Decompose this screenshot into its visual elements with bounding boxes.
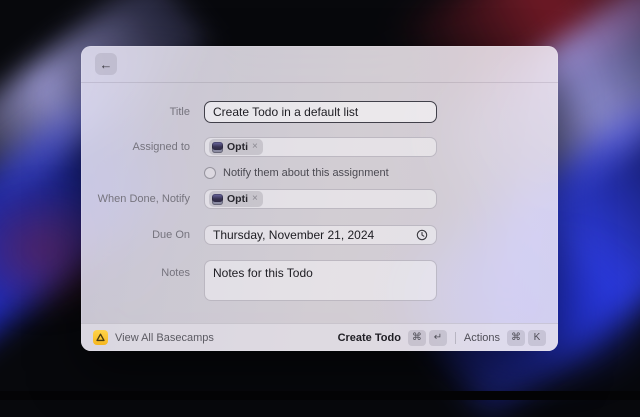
notes-value: Notes for this Todo bbox=[213, 266, 313, 280]
clock-icon[interactable] bbox=[416, 229, 428, 241]
notify-avatar bbox=[212, 193, 223, 205]
due-date-field[interactable]: Thursday, November 21, 2024 bbox=[204, 225, 437, 245]
assigned-to-row: Assigned to Opti × bbox=[81, 137, 558, 157]
assigned-to-label: Assigned to bbox=[132, 141, 190, 153]
notify-row: Notify them about this assignment bbox=[204, 166, 558, 179]
tag-remove-icon[interactable]: × bbox=[252, 194, 258, 204]
back-arrow-icon: ← bbox=[99, 56, 113, 72]
due-on-row: Due On Thursday, November 21, 2024 bbox=[81, 225, 558, 245]
create-todo-form: Title Assigned to Opti × Notify them abo… bbox=[81, 83, 558, 323]
view-all-basecamps-button[interactable]: View All Basecamps bbox=[115, 332, 214, 344]
assigned-to-field[interactable]: Opti × bbox=[204, 137, 437, 157]
create-todo-window: ← Title Assigned to Opti × bbox=[81, 46, 558, 351]
notify-name: Opti bbox=[227, 193, 248, 205]
create-todo-action[interactable]: Create Todo bbox=[338, 332, 401, 344]
due-on-label: Due On bbox=[152, 229, 190, 241]
assignee-tag[interactable]: Opti × bbox=[209, 139, 263, 155]
notes-row: Notes Notes for this Todo bbox=[81, 260, 558, 301]
title-label: Title bbox=[169, 106, 190, 118]
due-date-value: Thursday, November 21, 2024 bbox=[213, 228, 375, 242]
notify-checkbox-label[interactable]: Notify them about this assignment bbox=[223, 167, 389, 179]
title-input[interactable] bbox=[204, 101, 437, 123]
assignee-avatar bbox=[212, 141, 223, 153]
cmd-key-icon: ⌘ bbox=[507, 329, 525, 346]
return-key-icon: ↵ bbox=[428, 329, 447, 346]
background-strip bbox=[0, 391, 640, 400]
assignee-name: Opti bbox=[227, 141, 248, 153]
action-bar: View All Basecamps Create Todo ⌘ ↵ Actio… bbox=[81, 323, 558, 351]
footer-divider bbox=[454, 331, 456, 344]
when-done-field[interactable]: Opti × bbox=[204, 189, 437, 209]
tag-remove-icon[interactable]: × bbox=[252, 142, 258, 152]
notes-label: Notes bbox=[161, 267, 190, 279]
notes-textarea[interactable]: Notes for this Todo bbox=[204, 260, 437, 301]
when-done-label: When Done, Notify bbox=[97, 193, 190, 205]
basecamp-icon[interactable] bbox=[93, 330, 108, 345]
actions-button[interactable]: Actions bbox=[464, 332, 500, 344]
when-done-row: When Done, Notify Opti × bbox=[81, 189, 558, 209]
window-header: ← bbox=[81, 46, 558, 83]
title-row: Title bbox=[81, 101, 558, 123]
footer-actions: Create Todo ⌘ ↵ Actions ⌘ K bbox=[338, 329, 546, 346]
cmd-key-icon: ⌘ bbox=[407, 329, 426, 346]
k-key-icon: K bbox=[528, 329, 546, 346]
back-button[interactable]: ← bbox=[95, 53, 117, 75]
notify-checkbox[interactable] bbox=[204, 166, 216, 179]
notify-tag[interactable]: Opti × bbox=[209, 191, 263, 207]
